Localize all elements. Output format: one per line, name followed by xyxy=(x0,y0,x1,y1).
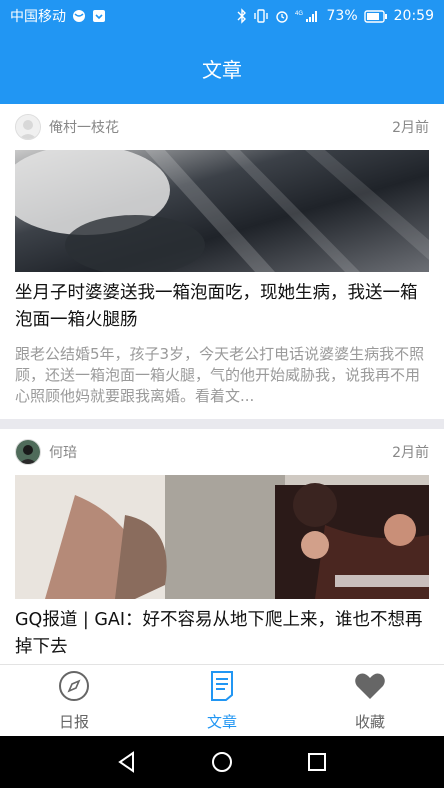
vibrate-icon xyxy=(253,9,269,23)
back-icon[interactable] xyxy=(107,742,147,782)
page-title: 文章 xyxy=(202,57,242,82)
app-bar: 文章 xyxy=(0,32,444,104)
article-summary[interactable]: 跟老公结婚5年，孩子3岁，今天老公打电话说婆婆生病我不照顾，还送一箱泡面一箱火腿… xyxy=(15,344,429,419)
article-header: 何琣 2月前 xyxy=(15,429,429,475)
avatar[interactable] xyxy=(15,439,41,465)
article-card[interactable]: 俺村一枝花 2月前 坐月子时婆婆送我一箱泡面吃，现她生病，我送一箱泡面一箱火腿肠… xyxy=(0,104,444,419)
tab-label: 文章 xyxy=(206,713,237,731)
battery-icon xyxy=(363,9,388,23)
battery-percent: 73% xyxy=(326,8,358,24)
article-title[interactable]: 坐月子时婆婆送我一箱泡面吃，现她生病，我送一箱泡面一箱火腿肠 xyxy=(15,280,429,334)
author-info[interactable]: 何琣 xyxy=(15,439,77,465)
article-cover-image[interactable] xyxy=(15,150,429,272)
heart-icon xyxy=(353,669,387,707)
status-left: 中国移动 xyxy=(10,6,106,26)
clock-time: 20:59 xyxy=(393,8,434,24)
tab-daily[interactable]: 日报 xyxy=(0,665,148,736)
author-name[interactable]: 俺村一枝花 xyxy=(49,117,119,137)
tab-label: 收藏 xyxy=(354,713,385,731)
home-icon[interactable] xyxy=(202,742,242,782)
carrier-label: 中国移动 xyxy=(10,9,66,25)
document-icon xyxy=(205,669,239,707)
compass-icon xyxy=(57,669,91,707)
tab-label: 日报 xyxy=(58,713,89,731)
article-list[interactable]: 俺村一枝花 2月前 坐月子时婆婆送我一箱泡面吃，现她生病，我送一箱泡面一箱火腿肠… xyxy=(0,104,444,664)
status-bar: 中国移动 4G 73% 20:59 xyxy=(0,0,444,32)
system-nav-bar xyxy=(0,736,444,788)
post-time: 2月前 xyxy=(392,120,429,136)
post-time: 2月前 xyxy=(392,445,429,461)
alarm-icon xyxy=(275,9,289,23)
article-header: 俺村一枝花 2月前 xyxy=(15,104,429,150)
avatar[interactable] xyxy=(15,114,41,140)
bluetooth-icon xyxy=(237,8,247,24)
globe-icon xyxy=(72,9,86,23)
article-title[interactable]: GQ报道 | GAI：好不容易从地下爬上来，谁也不想再掉下去 xyxy=(15,607,429,661)
app-notification-icon xyxy=(92,9,106,23)
network-type-label: 4G xyxy=(295,11,303,17)
signal-icon: 4G xyxy=(295,9,321,23)
author-info[interactable]: 俺村一枝花 xyxy=(15,114,119,140)
article-card[interactable]: 何琣 2月前 GQ报道 | GAI：好不容易从地下爬上来，谁也不想再掉下去 xyxy=(0,429,444,664)
tab-articles[interactable]: 文章 xyxy=(148,665,296,736)
tab-bar: 日报 文章 收藏 xyxy=(0,664,444,736)
recents-icon[interactable] xyxy=(297,742,337,782)
status-right: 4G 73% 20:59 xyxy=(237,8,434,24)
author-name[interactable]: 何琣 xyxy=(49,442,77,462)
tab-favorites[interactable]: 收藏 xyxy=(296,665,444,736)
article-cover-image[interactable] xyxy=(15,475,429,599)
